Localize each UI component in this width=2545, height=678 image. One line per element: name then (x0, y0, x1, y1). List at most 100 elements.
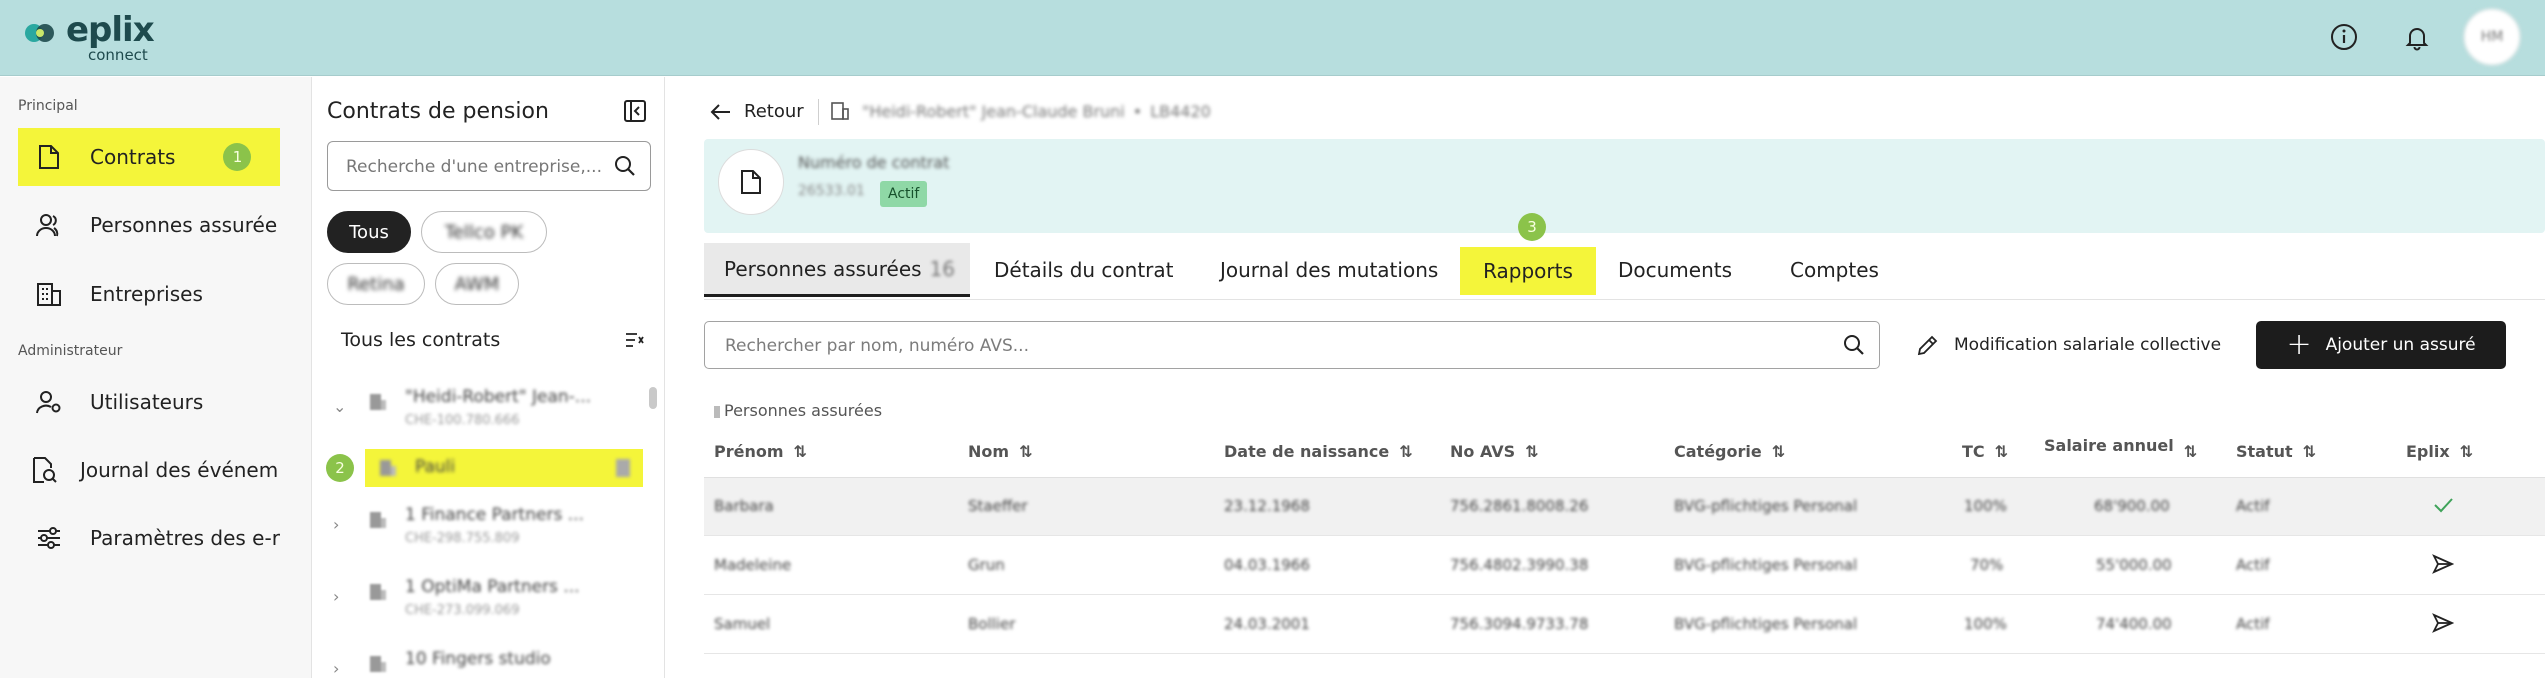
sort-icon[interactable]: ⇅ (2303, 442, 2316, 461)
column-header-date-naissance[interactable]: Date de naissance ⇅ (1224, 425, 1413, 477)
column-header-avs[interactable]: No AVS ⇅ (1450, 425, 1539, 477)
tree-item-name: 1 Finance Partners ... (405, 505, 584, 525)
tab-count: 16 (929, 256, 956, 281)
collapse-panel-icon[interactable] (623, 99, 649, 125)
sidebar-item-label: Personnes assurée (90, 213, 278, 237)
tree-item-name: 1 OptiMa Partners ... (405, 577, 580, 597)
plus-icon: + (2286, 327, 2312, 362)
tree-item-name: 10 Fingers studio (405, 649, 551, 669)
sort-icon[interactable]: ⇅ (1019, 442, 1032, 461)
filter-chip-retina[interactable]: Retina (327, 263, 425, 305)
filter-list-icon[interactable] (625, 331, 645, 353)
column-header-nom[interactable]: Nom ⇅ (968, 425, 1032, 477)
column-header-eplix[interactable]: Eplix ⇅ (2406, 425, 2473, 477)
sidebar-item-contrats[interactable]: Contrats 1 (18, 128, 280, 186)
search-document-icon (30, 455, 60, 485)
sort-icon[interactable]: ⇅ (1772, 442, 1785, 461)
contract-label: Numéro de contrat (798, 153, 950, 172)
table-row[interactable]: Samuel Bollier 24.03.2001 756.3094.9733.… (704, 596, 2545, 654)
sidebar-item-label: Utilisateurs (90, 390, 204, 414)
sidebar-section-principal: Principal (18, 98, 78, 114)
sidebar-item-personnes[interactable]: Personnes assurée (18, 196, 280, 254)
section-label: Personnes assurées (714, 401, 882, 420)
avatar[interactable]: HM (2463, 8, 2521, 66)
sidebar-item-journal[interactable]: Journal des événem (18, 441, 280, 499)
column-header-tc[interactable]: TC ⇅ (1962, 425, 2008, 477)
building-icon (370, 512, 386, 528)
column-header-salaire[interactable]: Salaire annuel ⇅ (2044, 419, 2197, 471)
scrollbar[interactable] (649, 387, 657, 409)
check-icon (2432, 494, 2454, 520)
column-header-prenom[interactable]: Prénom ⇅ (714, 425, 807, 477)
chevron-down-icon[interactable]: ⌄ (333, 397, 346, 416)
breadcrumb-divider (818, 99, 819, 125)
document-icon (718, 149, 784, 215)
sort-icon[interactable]: ⇅ (1399, 442, 1412, 461)
send-icon[interactable] (2432, 612, 2455, 638)
breadcrumb-company[interactable]: "Heidi-Robert" Jean-Claude Bruni (862, 102, 1125, 121)
main-content: Retour "Heidi-Robert" Jean-Claude Bruni … (666, 77, 2545, 678)
sidebar-item-label: Contrats (90, 145, 176, 169)
sort-icon[interactable]: ⇅ (1525, 442, 1538, 461)
back-button[interactable]: Retour (710, 101, 804, 122)
sidebar-item-label: Journal des événem (80, 458, 279, 482)
tree-item-contract-selected[interactable]: Pauli (365, 449, 643, 487)
add-insured-button[interactable]: + Ajouter un assuré (2256, 321, 2506, 369)
tab-comptes[interactable]: Comptes (1790, 243, 1879, 297)
info-icon[interactable] (2325, 18, 2363, 56)
breadcrumb-contract[interactable]: LB4420 (1150, 102, 1211, 121)
sidebar-item-utilisateurs[interactable]: Utilisateurs (18, 373, 280, 431)
chevron-right-icon[interactable]: › (333, 515, 339, 534)
building-icon (370, 394, 386, 410)
sidebar-item-label: Paramètres des e-r (90, 526, 280, 550)
company-search-input[interactable] (346, 154, 606, 180)
pencil-icon (1917, 335, 1938, 356)
column-header-statut[interactable]: Statut ⇅ (2236, 425, 2316, 477)
insured-search[interactable] (704, 321, 1880, 369)
sort-icon[interactable]: ⇅ (2184, 442, 2197, 461)
tree-item-name: Pauli (415, 457, 456, 477)
collective-salary-button[interactable]: Modification salariale collective (1916, 321, 2221, 369)
tree-item-company[interactable]: › 1 Finance Partners ... CHE-298.755.809 (313, 497, 643, 561)
tree-item-company[interactable]: › 10 Fingers studio (313, 641, 643, 678)
sort-icon[interactable]: ⇅ (1995, 442, 2008, 461)
chevron-right-icon[interactable]: › (333, 587, 339, 606)
tab-journal-mutations[interactable]: Journal des mutations (1220, 243, 1438, 297)
document-icon (34, 142, 64, 172)
column-header-categorie[interactable]: Catégorie ⇅ (1674, 425, 1785, 477)
sort-icon[interactable]: ⇅ (2460, 442, 2473, 461)
panel-title: Contrats de pension (327, 99, 549, 124)
sidebar-section-admin: Administrateur (18, 343, 123, 359)
step-badge-2: 2 (326, 454, 354, 482)
table-row[interactable]: Madeleine Grun 04.03.1966 756.4802.3990.… (704, 537, 2545, 595)
sidebar: Principal Contrats 1 Personnes assurée E… (0, 77, 312, 678)
step-badge-3: 3 (1518, 213, 1546, 241)
filter-chip-tous[interactable]: Tous (327, 211, 411, 253)
tree-item-company[interactable]: ⌄ "Heidi-Robert" Jean-... CHE-100.780.66… (313, 379, 643, 443)
tab-rapports[interactable]: Rapports (1460, 247, 1596, 295)
tree-item-company[interactable]: › 1 OptiMa Partners ... CHE-273.099.069 (313, 569, 643, 633)
sort-icon[interactable]: ⇅ (794, 442, 807, 461)
filter-chip-awm[interactable]: AWM (435, 263, 519, 305)
send-icon[interactable] (2432, 553, 2455, 579)
bell-icon[interactable] (2398, 18, 2436, 56)
collective-salary-label: Modification salariale collective (1954, 335, 2222, 355)
search-icon[interactable] (1843, 334, 1865, 360)
breadcrumb: "Heidi-Robert" Jean-Claude Bruni • LB442… (830, 101, 1211, 121)
tab-documents[interactable]: Documents (1618, 243, 1732, 297)
contract-number: 26533.01 (798, 183, 865, 199)
search-icon[interactable] (614, 155, 636, 181)
table-row[interactable]: Barbara Staeffer 23.12.1968 756.2861.800… (704, 478, 2545, 536)
chevron-right-icon[interactable]: › (333, 659, 339, 678)
filter-chip-tellco[interactable]: Tellco PK (421, 211, 547, 253)
insured-search-input[interactable] (725, 334, 1825, 358)
tree-item-uid: CHE-298.755.809 (405, 531, 520, 546)
sidebar-item-parametres[interactable]: Paramètres des e-r (18, 509, 280, 567)
tab-divider (704, 299, 2545, 300)
sidebar-item-entreprises[interactable]: Entreprises (18, 265, 280, 323)
tab-personnes-assurees[interactable]: Personnes assurées 16 (704, 243, 970, 297)
company-search[interactable] (327, 141, 651, 191)
sidebar-item-label: Entreprises (90, 282, 203, 306)
building-icon (380, 460, 396, 476)
tab-details-contrat[interactable]: Détails du contrat (994, 243, 1174, 297)
